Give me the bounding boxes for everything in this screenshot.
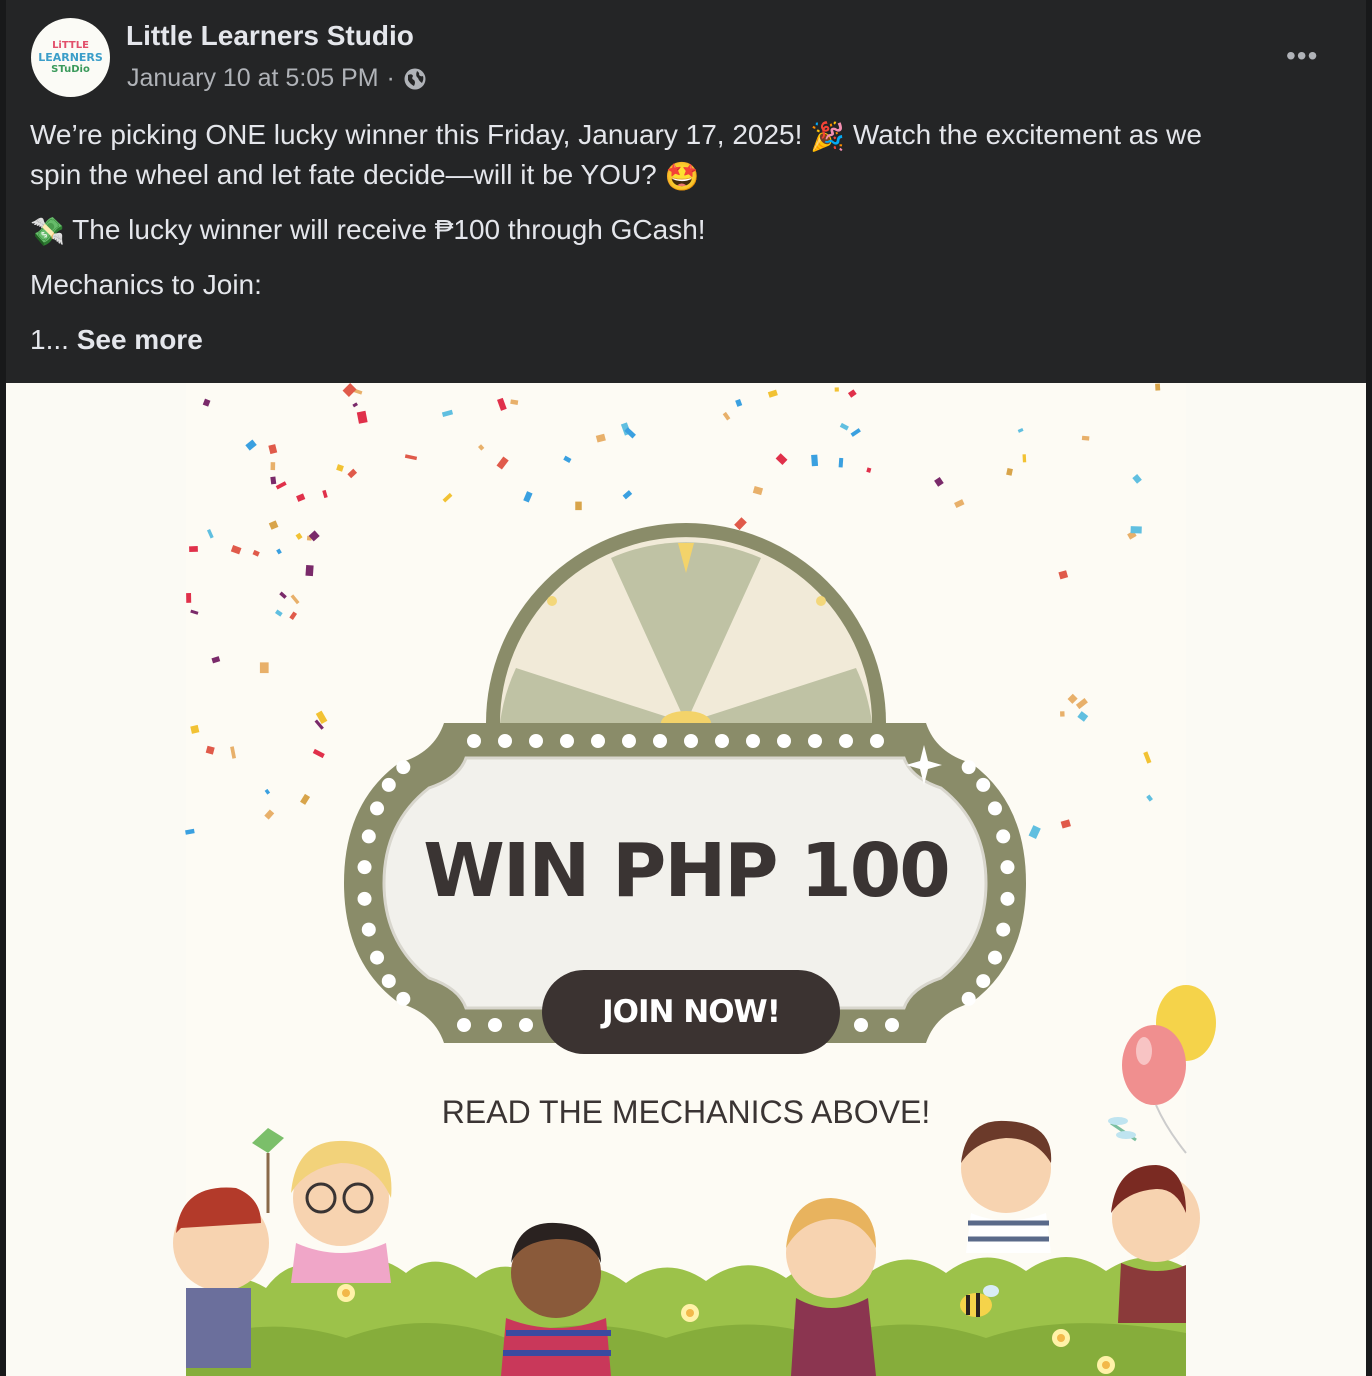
- avatar-logo-line: LiTTLE: [52, 39, 89, 51]
- kid-striped-shirt-boy: [961, 1120, 1052, 1253]
- join-now-button: JOIN NOW!: [542, 970, 840, 1054]
- marquee-bulb: [870, 734, 884, 748]
- marquee-bulb: [370, 801, 385, 816]
- marquee-bulb: [976, 777, 991, 792]
- post-timestamp[interactable]: January 10 at 5:05 PM: [127, 64, 379, 93]
- marquee-bulb: [961, 991, 976, 1006]
- confetti-piece: [575, 501, 582, 511]
- confetti-piece: [1155, 383, 1161, 391]
- more-options-icon[interactable]: •••: [1286, 40, 1318, 72]
- confetti-piece: [305, 565, 314, 577]
- confetti-piece: [834, 387, 839, 392]
- see-more-link[interactable]: See more: [77, 324, 203, 355]
- marquee-bulb: [457, 1018, 471, 1032]
- marquee-bulb: [381, 974, 396, 989]
- truncated-line: 1... See more: [30, 320, 203, 360]
- marquee-bulb: [529, 734, 543, 748]
- marquee-bulb: [746, 734, 760, 748]
- confetti-piece: [811, 454, 819, 467]
- confetti-piece: [1022, 454, 1027, 463]
- post-text-line: spin the wheel and let fate decide—will …: [30, 155, 699, 197]
- money-wings-emoji: 💸: [30, 215, 65, 247]
- marquee-bulb: [361, 922, 376, 937]
- marquee-bulb: [987, 950, 1002, 965]
- party-popper-emoji: 🎉: [810, 120, 846, 152]
- marquee-bulb: [591, 734, 605, 748]
- marquee-bulb: [839, 734, 853, 748]
- marquee-bulb: [976, 974, 991, 989]
- post-text: spin the wheel and let fate decide—will …: [30, 159, 657, 190]
- post-text: We’re picking ONE lucky winner this Frid…: [30, 119, 803, 150]
- post-image[interactable]: WIN PHP 100 JOIN NOW! READ THE MECHANICS…: [6, 383, 1366, 1376]
- confetti-piece: [189, 546, 198, 553]
- prize-line: 💸 The lucky winner will receive ₱100 thr…: [30, 210, 706, 252]
- marquee-bulb: [987, 801, 1002, 816]
- marquee-bulb: [885, 1018, 899, 1032]
- marquee-bulb: [370, 950, 385, 965]
- marquee-bulb: [622, 734, 636, 748]
- marquee-bulb: [715, 734, 729, 748]
- confetti-piece: [1130, 526, 1142, 534]
- marquee-bulb: [396, 991, 411, 1006]
- marquee-bulb: [519, 1018, 533, 1032]
- confetti-piece: [270, 476, 277, 485]
- marquee-bulb: [777, 734, 791, 748]
- globe-icon[interactable]: [403, 67, 427, 91]
- avatar-logo-line: STuDio: [51, 63, 90, 75]
- page-name-link[interactable]: Little Learners Studio: [126, 20, 414, 52]
- post-text-line: We’re picking ONE lucky winner this Frid…: [30, 115, 1202, 157]
- marquee-bulb: [560, 734, 574, 748]
- marquee-bulb: [498, 734, 512, 748]
- kid-right-girl: [1111, 1165, 1200, 1323]
- marquee-bulb: [854, 1018, 868, 1032]
- page-avatar[interactable]: LiTTLE LEARNERS STuDio: [31, 18, 110, 97]
- confetti-piece: [259, 662, 269, 674]
- mechanics-heading: Mechanics to Join:: [30, 269, 262, 300]
- facebook-post: LiTTLE LEARNERS STuDio Little Learners S…: [6, 0, 1366, 1376]
- post-meta: January 10 at 5:05 PM ·: [127, 64, 427, 93]
- confetti-piece: [186, 592, 192, 603]
- star-struck-emoji: 🤩: [664, 160, 700, 192]
- marquee-bulb: [488, 1018, 502, 1032]
- confetti-piece: [1081, 435, 1090, 441]
- marquee-bulb: [467, 734, 481, 748]
- post-text: 1...: [30, 324, 69, 355]
- post-text: The lucky winner will receive ₱100 throu…: [72, 214, 706, 245]
- avatar-logo-line: LEARNERS: [38, 50, 103, 64]
- marquee-bulb: [808, 734, 822, 748]
- marquee-bulb: [961, 760, 976, 775]
- marquee-bulb: [396, 760, 411, 775]
- marquee-bulb: [653, 734, 667, 748]
- marquee-bulb: [381, 777, 396, 792]
- post-text: Watch the excitement as we: [852, 119, 1202, 150]
- confetti-piece: [1060, 711, 1065, 717]
- headline-text: WIN PHP 100: [423, 828, 950, 914]
- meta-separator: ·: [386, 64, 395, 92]
- confetti-piece: [838, 457, 844, 468]
- marquee-bulb: [684, 734, 698, 748]
- confetti-piece: [270, 462, 276, 471]
- marquee-bulb: [996, 922, 1011, 937]
- mechanics-reminder: READ THE MECHANICS ABOVE!: [441, 1094, 931, 1130]
